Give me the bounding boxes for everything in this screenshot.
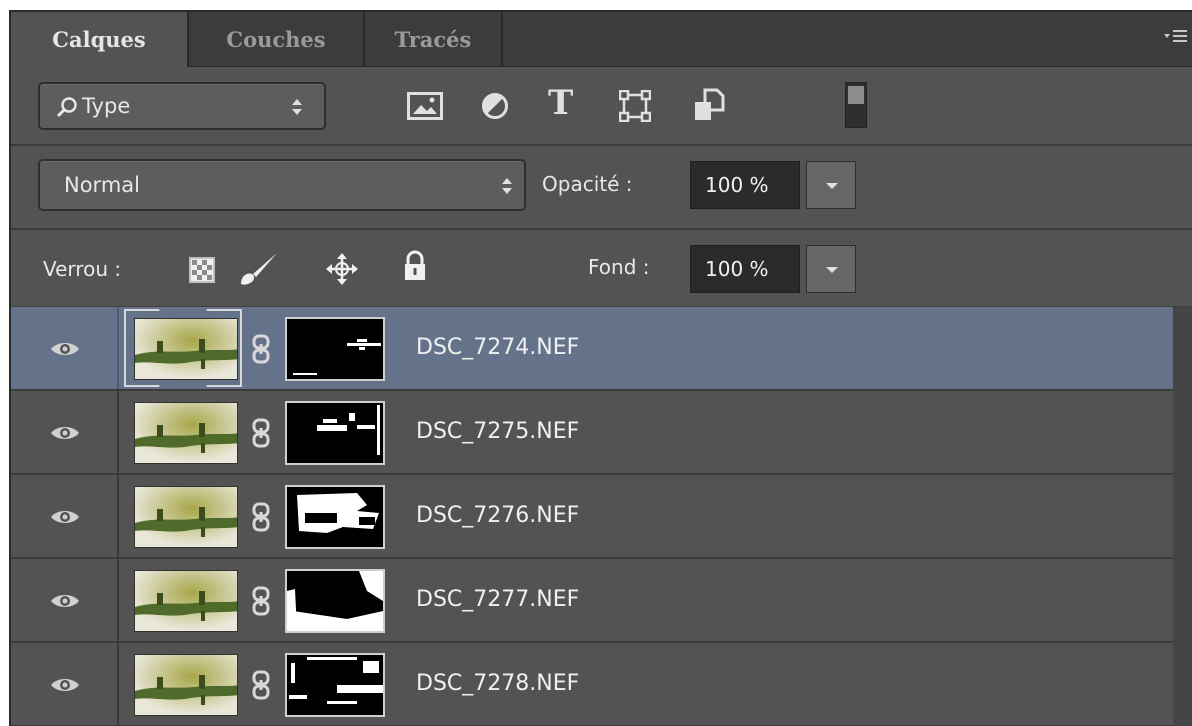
layer-mask-thumbnail[interactable] — [285, 401, 385, 465]
tab-layers[interactable]: Calques — [11, 12, 187, 67]
blend-mode-select[interactable]: Normal — [38, 159, 526, 211]
layer-name[interactable]: DSC_7276.NEF — [416, 503, 579, 528]
updown-arrows-icon — [292, 99, 302, 115]
panel-tab-bar: Calques Couches Tracés — [11, 12, 1192, 67]
updown-arrows-icon — [502, 178, 512, 194]
layer-name[interactable]: DSC_7274.NEF — [416, 335, 579, 360]
lock-image-pixels-icon[interactable] — [237, 250, 281, 290]
layers-scrollbar[interactable] — [1173, 307, 1192, 726]
layer-visibility-cell[interactable] — [11, 559, 119, 641]
link-chain-icon[interactable] — [251, 502, 271, 532]
adjustment-layer-filter-icon[interactable] — [481, 92, 509, 124]
lock-transparent-pixels-icon[interactable] — [189, 257, 215, 287]
eye-icon[interactable] — [49, 507, 81, 527]
layers-panel: Calques Couches Tracés Type T Normal Opa… — [9, 10, 1192, 726]
lock-all-icon[interactable] — [403, 250, 427, 286]
tab-channels[interactable]: Couches — [189, 12, 363, 66]
filter-kind-label: Type — [82, 94, 131, 118]
layer-row[interactable]: DSC_7275.NEF — [11, 391, 1192, 475]
eye-icon[interactable] — [49, 591, 81, 611]
divider — [11, 228, 1192, 230]
layer-row[interactable]: DSC_7278.NEF — [11, 643, 1192, 726]
opacity-input[interactable]: 100 % — [690, 161, 800, 209]
search-icon — [56, 97, 77, 118]
layer-visibility-cell[interactable] — [11, 475, 119, 557]
link-chain-icon[interactable] — [251, 418, 271, 448]
panel-menu-icon[interactable] — [1162, 28, 1190, 48]
divider — [11, 144, 1192, 146]
smart-object-filter-icon[interactable] — [693, 88, 725, 126]
layer-row[interactable]: DSC_7277.NEF — [11, 559, 1192, 643]
eye-icon[interactable] — [49, 339, 81, 359]
blend-mode-value: Normal — [64, 173, 140, 197]
layer-name[interactable]: DSC_7277.NEF — [416, 587, 579, 612]
layer-mask-thumbnail[interactable] — [285, 653, 385, 717]
opacity-label: Opacité : — [542, 172, 633, 196]
pixel-layer-filter-icon[interactable] — [407, 92, 443, 124]
layer-thumbnail[interactable] — [134, 318, 238, 380]
eye-icon[interactable] — [49, 675, 81, 695]
layer-row[interactable]: DSC_7276.NEF — [11, 475, 1192, 559]
link-chain-icon[interactable] — [251, 586, 271, 616]
fill-label: Fond : — [588, 255, 650, 279]
layer-visibility-cell[interactable] — [11, 391, 119, 473]
layer-mask-thumbnail[interactable] — [285, 485, 385, 549]
link-chain-icon[interactable] — [251, 334, 271, 364]
layer-mask-thumbnail[interactable] — [285, 317, 385, 381]
type-layer-filter-icon[interactable]: T — [548, 86, 573, 120]
link-chain-icon[interactable] — [251, 670, 271, 700]
layer-thumbnail[interactable] — [134, 654, 238, 716]
layer-name[interactable]: DSC_7278.NEF — [416, 671, 579, 696]
filter-toggle-switch[interactable] — [845, 82, 867, 128]
layer-thumbnail[interactable] — [134, 402, 238, 464]
lock-position-icon[interactable] — [325, 252, 359, 290]
layer-filter-kind-select[interactable]: Type — [38, 82, 326, 130]
layer-mask-thumbnail[interactable] — [285, 569, 385, 633]
layer-name[interactable]: DSC_7275.NEF — [416, 419, 579, 444]
layer-row[interactable]: DSC_7274.NEF — [11, 307, 1192, 391]
layer-thumbnail[interactable] — [134, 570, 238, 632]
layer-visibility-cell[interactable] — [11, 643, 119, 725]
opacity-dropdown-button[interactable] — [806, 161, 856, 209]
layer-visibility-cell[interactable] — [11, 307, 119, 389]
shape-layer-filter-icon[interactable] — [618, 89, 652, 126]
lock-label: Verrou : — [43, 257, 122, 281]
tab-paths[interactable]: Tracés — [365, 12, 501, 66]
eye-icon[interactable] — [49, 423, 81, 443]
layer-thumbnail[interactable] — [134, 486, 238, 548]
fill-input[interactable]: 100 % — [690, 245, 800, 293]
fill-dropdown-button[interactable] — [806, 245, 856, 293]
